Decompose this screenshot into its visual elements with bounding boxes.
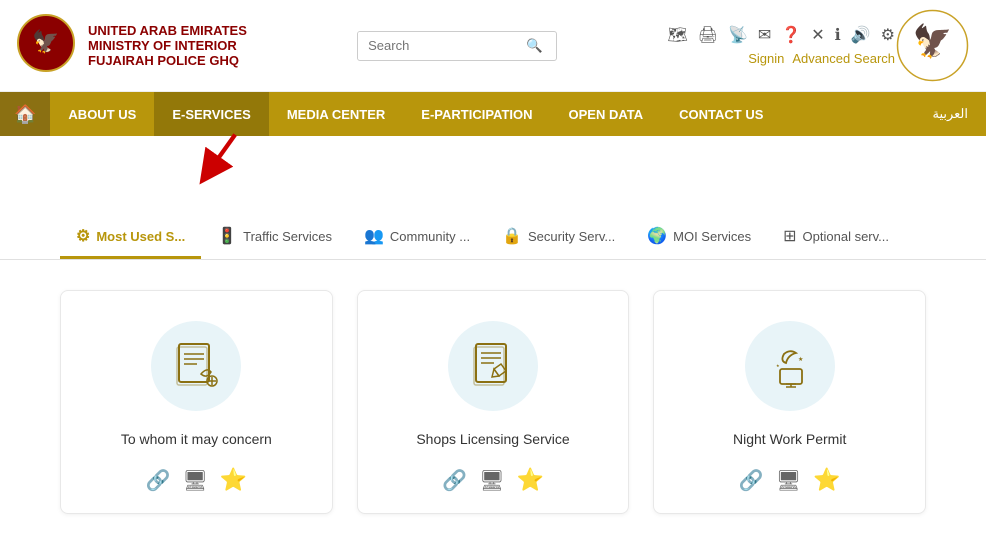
email-icon[interactable]: ✉	[758, 25, 771, 45]
header-center: 🔍	[247, 31, 667, 61]
nav-home-button[interactable]: 🏠	[0, 92, 50, 136]
card-1-star[interactable]: ⭐	[220, 467, 247, 493]
tab-community[interactable]: 👥 Community ...	[348, 216, 486, 259]
card-2-title: Shops Licensing Service	[416, 431, 569, 447]
print-icon[interactable]: 🖨	[698, 25, 718, 45]
svg-text:★: ★	[798, 356, 803, 363]
audio-icon[interactable]: 🔊	[851, 25, 871, 45]
search-button[interactable]: 🔍	[518, 32, 551, 60]
advanced-search-link[interactable]: Advanced Search	[792, 51, 895, 66]
nav-item-opendata[interactable]: OPEN DATA	[551, 92, 662, 136]
settings-icon[interactable]: ⚙	[881, 25, 895, 45]
svg-text:★: ★	[776, 363, 780, 368]
card-3-title: Night Work Permit	[733, 431, 846, 447]
arrow-overlay	[0, 136, 986, 196]
tab-community-label: Community ...	[390, 229, 470, 244]
card-2: Shops Licensing Service 🔗 🖥 ⭐	[357, 290, 630, 514]
tab-optional-label: Optional serv...	[803, 229, 889, 244]
card-2-service-icon	[466, 339, 521, 394]
tab-most-used-label: Most Used S...	[96, 229, 185, 244]
card-2-link-icon[interactable]: 🔗	[442, 468, 467, 493]
header-right-logo: 🦅	[895, 8, 970, 83]
cards-grid: To whom it may concern 🔗 🖥 ⭐	[60, 290, 926, 514]
tab-traffic[interactable]: 🚦 Traffic Services	[201, 216, 348, 259]
svg-text:🦅: 🦅	[32, 28, 59, 54]
search-input[interactable]	[358, 32, 518, 59]
nav-item-about[interactable]: ABOUT US	[50, 92, 154, 136]
card-1-title: To whom it may concern	[121, 431, 272, 447]
optional-icon: ⊞	[783, 226, 796, 246]
nav-item-contact[interactable]: CONTACT US	[661, 92, 781, 136]
svg-text:🦅: 🦅	[913, 22, 953, 59]
card-1-link-icon[interactable]: 🔗	[145, 468, 170, 493]
help-icon[interactable]: ❓	[781, 25, 801, 45]
rss-icon[interactable]: 📡	[728, 25, 748, 45]
header-icons: 🗺 🖨 📡 ✉ ❓ ✕ ℹ 🔊 ⚙	[667, 25, 895, 45]
tabs: ⚙ Most Used S... 🚦 Traffic Services 👥 Co…	[60, 216, 926, 259]
card-2-screen-icon[interactable]: 🖥	[479, 468, 504, 493]
org-line3: FUJAIRAH POLICE GHQ	[88, 53, 247, 68]
card-3: ★ ★ Night Work Permit 🔗 🖥 ⭐	[653, 290, 926, 514]
content-area: To whom it may concern 🔗 🖥 ⭐	[0, 260, 986, 544]
signin-link[interactable]: Signin	[748, 51, 784, 66]
tabs-section: ⚙ Most Used S... 🚦 Traffic Services 👥 Co…	[0, 196, 986, 260]
logo-emblem: 🦅	[16, 13, 76, 78]
tab-security[interactable]: 🔒 Security Serv...	[486, 216, 631, 259]
tab-security-label: Security Serv...	[528, 229, 615, 244]
home-icon: 🏠	[14, 104, 36, 125]
nav-item-eparticipation[interactable]: E-PARTICIPATION	[403, 92, 550, 136]
security-icon: 🔒	[502, 226, 522, 246]
traffic-icon: 🚦	[217, 226, 237, 246]
card-3-link-icon[interactable]: 🔗	[739, 468, 764, 493]
card-3-screen-icon[interactable]: 🖥	[776, 468, 801, 493]
card-3-icon-circle: ★ ★	[745, 321, 835, 411]
org-line1: UNITED ARAB EMIRATES	[88, 23, 247, 38]
card-3-star[interactable]: ⭐	[813, 467, 840, 493]
tab-moi[interactable]: 🌍 MOI Services	[631, 216, 767, 259]
card-3-service-icon: ★ ★	[762, 339, 817, 394]
org-line2: MINISTRY OF INTERIOR	[88, 38, 247, 53]
card-1: To whom it may concern 🔗 🖥 ⭐	[60, 290, 333, 514]
card-2-star[interactable]: ⭐	[516, 467, 543, 493]
card-2-icon-circle	[448, 321, 538, 411]
header-left: 🦅 UNITED ARAB EMIRATES MINISTRY OF INTER…	[16, 13, 247, 78]
tab-most-used[interactable]: ⚙ Most Used S...	[60, 216, 201, 259]
card-3-actions: 🔗 🖥 ⭐	[739, 467, 841, 493]
card-2-actions: 🔗 🖥 ⭐	[442, 467, 544, 493]
map-icon[interactable]: 🗺	[667, 25, 687, 45]
card-1-screen-icon[interactable]: 🖥	[182, 468, 207, 493]
most-used-icon: ⚙	[76, 226, 90, 246]
header-auth: Signin Advanced Search	[748, 51, 895, 66]
nav-item-eservices[interactable]: E-SERVICES	[154, 92, 269, 136]
search-box: 🔍	[357, 31, 557, 61]
card-1-icon-circle	[151, 321, 241, 411]
main-nav: 🏠 ABOUT US E-SERVICES MEDIA CENTER E-PAR…	[0, 92, 986, 136]
nav-arabic[interactable]: العربية	[914, 92, 986, 136]
card-1-service-icon	[169, 339, 224, 394]
tab-optional[interactable]: ⊞ Optional serv...	[767, 216, 905, 259]
org-text: UNITED ARAB EMIRATES MINISTRY OF INTERIO…	[88, 23, 247, 68]
close-icon[interactable]: ✕	[811, 25, 824, 45]
community-icon: 👥	[364, 226, 384, 246]
info-icon[interactable]: ℹ	[835, 25, 841, 45]
header: 🦅 UNITED ARAB EMIRATES MINISTRY OF INTER…	[0, 0, 986, 92]
tab-moi-label: MOI Services	[673, 229, 751, 244]
tab-traffic-label: Traffic Services	[243, 229, 332, 244]
moi-icon: 🌍	[647, 226, 667, 246]
card-1-actions: 🔗 🖥 ⭐	[145, 467, 247, 493]
nav-item-media[interactable]: MEDIA CENTER	[269, 92, 403, 136]
